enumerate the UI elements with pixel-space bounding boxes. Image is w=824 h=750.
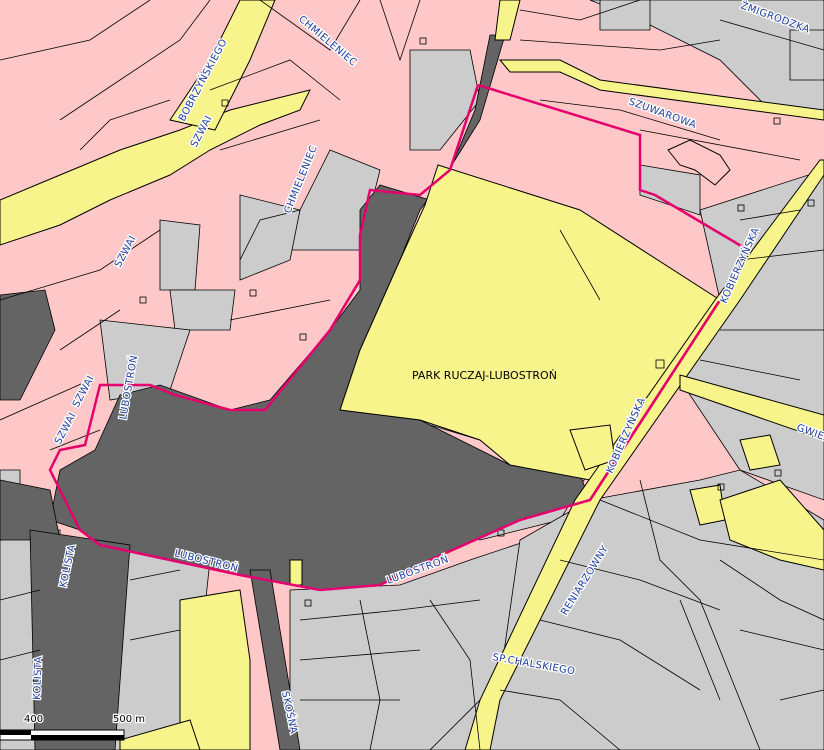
cadastral-map[interactable]: ŻMIGRODZKA BOBRZYŃSKIEGO SZWAI SZWAI SZW…	[0, 0, 824, 750]
park-label: PARK RUCZAJ-LUBOSTROŃ	[412, 369, 557, 382]
scale-bar-black-2	[31, 735, 124, 740]
scale-label-end: 500 m	[113, 714, 145, 725]
street-label-kolista-lower: KOLISTA	[32, 656, 45, 700]
scale-bar-black-1	[0, 730, 31, 735]
scale-label-zero: 400	[24, 714, 43, 725]
